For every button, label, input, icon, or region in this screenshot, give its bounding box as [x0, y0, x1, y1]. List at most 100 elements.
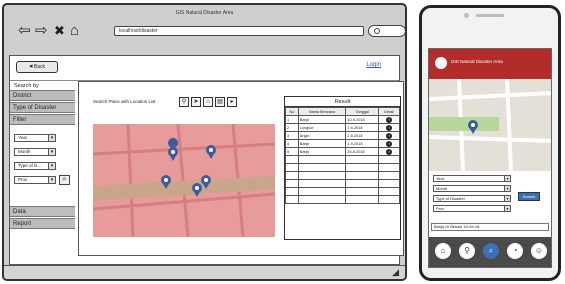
table-row[interactable]: 4 Banjir 1-9-2018 i [285, 139, 400, 148]
chart-icon[interactable]: ◔ [507, 243, 523, 259]
mobile-map-drawing [429, 79, 551, 171]
page-viewport: ◂ Back Login Search by District Type of … [9, 55, 404, 265]
cell-no: 3 [285, 131, 299, 140]
cell-detail[interactable]: i [378, 123, 400, 132]
chevron-down-icon: ▾ [48, 162, 56, 170]
cell-name: Banjir [297, 147, 347, 156]
info-icon[interactable]: i [386, 124, 393, 131]
cell-date: 10-9-2018 [345, 115, 380, 124]
browser-search-button[interactable] [368, 25, 405, 37]
disaster-map[interactable] [93, 124, 275, 237]
year-select[interactable]: Year ▾ [14, 134, 56, 142]
cell-date: 25-8-2018 [345, 147, 380, 156]
cell-name: Banjir [297, 115, 347, 124]
year-select-value: Year [18, 135, 28, 140]
filter-panel: Year ▾ Month ▾ Type of D... ▾ Prov ▾ ⌕ [10, 126, 75, 206]
mobile-province-select[interactable]: Prov ▾ [433, 205, 511, 212]
column-header: Nama Bencana [297, 107, 347, 116]
cell-detail[interactable]: i [378, 131, 400, 140]
cell-date: 7-9-2018 [345, 123, 380, 132]
chevron-down-icon: ▾ [504, 185, 511, 192]
home-icon[interactable]: ⌂ [70, 23, 79, 38]
map-drawing [93, 124, 275, 237]
building-icon[interactable]: ⌂ [203, 97, 213, 107]
map-pin-icon [468, 120, 478, 134]
cell-detail[interactable]: i [378, 139, 400, 148]
cell-date: 1-9-2018 [345, 139, 380, 148]
map-pin-icon [206, 145, 216, 159]
mobile-bottom-nav: ⌂ ⚲ ⌕ ◔ ☺ [429, 237, 551, 267]
info-icon[interactable]: i [386, 116, 393, 123]
mobile-year-select[interactable]: Year ▾ [433, 175, 511, 182]
url-input[interactable]: localhost/disaster [114, 26, 364, 36]
table-row[interactable]: 2 Longsor 7-9-2018 i [285, 123, 400, 132]
search-icon [374, 28, 380, 34]
filter-search-button[interactable]: ⌕ [59, 175, 70, 185]
cell-detail[interactable]: i [378, 115, 400, 124]
layers-icon[interactable]: ▤ [215, 97, 225, 107]
mobile-phone: GIS Natural Disaster Area Year ▾ Month ▾ T… [419, 5, 561, 281]
sidebar-item-disaster-type[interactable]: Type of Disaster [10, 102, 75, 113]
table-row-empty [285, 155, 400, 164]
map-pin-icon [168, 138, 179, 161]
mobile-map[interactable] [429, 79, 551, 171]
browser-toolbar: ⇦ ⇨ ✖ ⌂ localhost/disaster [4, 20, 405, 42]
cell-no: 1 [285, 115, 299, 124]
mobile-disaster-type-select[interactable]: Type of Disaster ▾ [433, 195, 511, 202]
table-row[interactable]: 3 Angin 2-9-2018 i [285, 131, 400, 140]
sidebar-item-report[interactable]: Report [10, 218, 75, 229]
disaster-type-select-value: Type of D... [18, 163, 42, 168]
search-icon: ⌕ [62, 176, 67, 183]
forward-arrow-icon[interactable]: ⇨ [35, 23, 48, 38]
table-row[interactable]: 5 Banjir 25-8-2018 i [285, 147, 400, 156]
back-button[interactable]: ◂ Back [16, 61, 58, 73]
chevron-down-icon: ▾ [48, 176, 56, 184]
cell-name: Angin [297, 131, 347, 140]
app-logo-icon [435, 57, 447, 69]
cell-no: 5 [285, 147, 299, 156]
province-select[interactable]: Prov ▾ [14, 176, 56, 184]
info-icon[interactable]: i [386, 148, 393, 155]
info-icon[interactable]: i [386, 132, 393, 139]
home-icon[interactable]: ⌂ [435, 243, 451, 259]
navigate-icon[interactable]: ➤ [191, 97, 201, 107]
month-select[interactable]: Month ▾ [14, 148, 56, 156]
login-link[interactable]: Login [366, 62, 381, 68]
mobile-result-item[interactable]: Banjir Di Bekasi 10-09-18 [431, 223, 549, 231]
camera-icon [464, 13, 469, 18]
table-row-empty [285, 179, 400, 188]
mobile-month-select[interactable]: Month ▾ [433, 185, 511, 192]
cell-no: 2 [285, 123, 299, 132]
mobile-filter-form: Year ▾ Month ▾ Type of Disaster ▾ Prov ▾ Sea… [429, 173, 551, 223]
desktop-browser-window: GIS Natural Disaster Area ⇦ ⇨ ✖ ⌂ localh… [2, 3, 407, 281]
table-row[interactable]: 1 Banjir 10-9-2018 i [285, 115, 400, 124]
location-pin-icon[interactable]: ⚲ [459, 243, 475, 259]
back-icon: ◂ [28, 63, 33, 70]
month-select-value: Month [18, 149, 31, 154]
mobile-header: GIS Natural Disaster Area [429, 49, 551, 79]
user-icon[interactable]: ☺ [531, 243, 547, 259]
mobile-header-title: GIS Natural Disaster Area [451, 59, 503, 64]
main-panel: Search Place with Location List ⚲ ➤ ⌂ ▤ … [78, 81, 404, 256]
table-row-empty [285, 187, 400, 196]
close-icon[interactable]: ✖ [54, 23, 65, 38]
column-header: Detail [378, 107, 400, 116]
sidebar-item-district[interactable]: District [10, 90, 75, 101]
search-icon[interactable]: ⌕ [483, 243, 499, 259]
park-area [429, 117, 499, 131]
play-icon[interactable]: ▸ [227, 97, 237, 107]
sidebar: Search by District Type of Disaster Filt… [10, 82, 75, 264]
sidebar-item-filter[interactable]: Filter [10, 114, 75, 125]
back-arrow-icon[interactable]: ⇦ [18, 23, 31, 38]
mobile-search-button[interactable]: Search [518, 192, 540, 201]
sidebar-item-data[interactable]: Data [10, 206, 75, 217]
speaker-grille [476, 14, 504, 17]
mobile-province-value: Prov [436, 206, 445, 211]
cell-detail[interactable]: i [378, 147, 400, 156]
cell-name: Longsor [297, 123, 347, 132]
chevron-down-icon: ▾ [504, 195, 511, 202]
disaster-type-select[interactable]: Type of D... ▾ [14, 162, 56, 170]
resize-grip-icon[interactable]: ◢ [392, 267, 399, 278]
location-pin-icon[interactable]: ⚲ [179, 97, 189, 107]
info-icon[interactable]: i [386, 140, 393, 147]
